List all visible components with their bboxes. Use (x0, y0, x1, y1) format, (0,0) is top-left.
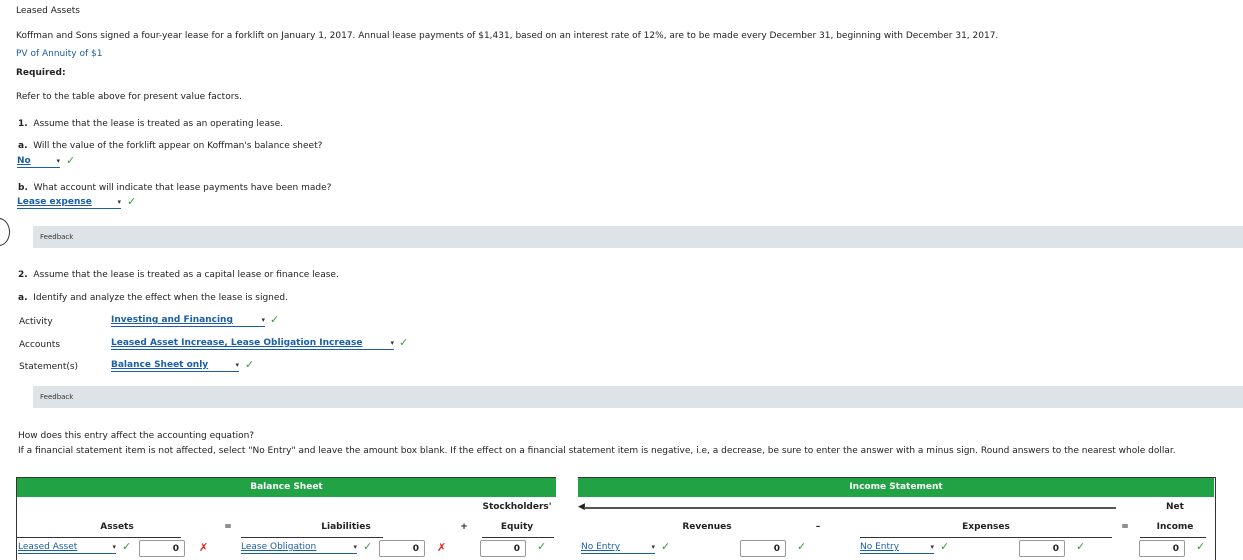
pv-annuity-link[interactable]: PV of Annuity of $1 (16, 49, 102, 59)
chevron-down-icon: ▾ (261, 316, 265, 324)
revenue-account-select[interactable]: No Entry ▾ (581, 542, 655, 554)
check-icon: ✓ (127, 195, 137, 208)
activity-label: Activity (19, 317, 53, 327)
income-statement-header: Income Statement (578, 478, 1214, 497)
liability-amount-input[interactable]: 0 (379, 540, 425, 557)
problem-text: Koffman and Sons signed a four-year leas… (16, 31, 999, 41)
check-icon: ✓ (245, 358, 255, 371)
accounts-label: Accounts (19, 340, 61, 350)
refer-text: Refer to the table above for present val… (16, 92, 242, 102)
statements-select[interactable]: Balance Sheet only ▾ (111, 360, 239, 372)
accounts-select[interactable]: Leased Asset Increase, Lease Obligation … (111, 338, 394, 350)
expense-amount-input[interactable]: 0 (1019, 540, 1065, 557)
check-icon: ✓ (537, 540, 547, 553)
check-icon: ✓ (363, 540, 373, 553)
asset-amount-input[interactable]: 0 (139, 540, 185, 557)
liabilities-header: Liabilities (321, 522, 371, 532)
revenue-amount-input[interactable]: 0 (740, 540, 786, 557)
expenses-header: Expenses (962, 522, 1010, 532)
x-icon: ✗ (199, 541, 209, 554)
chevron-down-icon: ▾ (56, 157, 60, 165)
q2a-text: a. Identify and analyze the effect when … (18, 293, 288, 303)
chevron-down-icon: ▾ (930, 543, 934, 551)
page-title: Leased Assets (16, 6, 80, 16)
check-icon: ✓ (66, 154, 76, 167)
feedback-bar-1[interactable]: Feedback (33, 226, 1243, 248)
q1a-text: a. Will the value of the forklift appear… (18, 141, 323, 151)
q1a-select[interactable]: No ▾ (17, 156, 60, 168)
assets-header: Assets (100, 522, 134, 532)
liability-account-select[interactable]: Lease Obligation ▾ (241, 542, 357, 554)
equals-sign: = (1121, 522, 1129, 532)
chevron-down-icon: ▾ (235, 361, 239, 369)
equation-question: How does this entry affect the accountin… (18, 431, 255, 441)
chevron-down-icon: ▾ (112, 543, 116, 551)
chevron-down-icon: ▾ (353, 543, 357, 551)
chevron-down-icon: ▾ (390, 339, 394, 347)
x-icon: ✗ (437, 541, 447, 554)
balance-sheet-header: Balance Sheet (17, 478, 556, 497)
check-icon: ✓ (270, 313, 280, 326)
chevron-down-icon: ▾ (651, 543, 655, 551)
minus-sign: – (815, 522, 821, 532)
check-icon: ✓ (940, 540, 950, 553)
asset-account-select[interactable]: Leased Asset ▾ (18, 542, 116, 554)
equation-instructions: If a financial statement item is not aff… (18, 446, 1176, 456)
check-icon: ✓ (399, 336, 409, 349)
equity-header-2: Equity (500, 522, 534, 532)
expense-account-select[interactable]: No Entry ▾ (860, 542, 934, 554)
q2-text: 2. Assume that the lease is treated as a… (18, 270, 339, 280)
net-income-header-1: Net (1166, 502, 1184, 512)
plus-sign: + (460, 522, 468, 532)
q1-text: 1. Assume that the lease is treated as a… (18, 119, 284, 129)
q1b-select[interactable]: Lease expense ▾ (17, 197, 121, 209)
check-icon: ✓ (661, 540, 671, 553)
net-income-amount-input[interactable]: 0 (1139, 540, 1185, 557)
equity-amount-input[interactable]: 0 (480, 540, 526, 557)
feedback-bar-2[interactable]: Feedback (33, 386, 1243, 408)
check-icon: ✓ (1076, 540, 1086, 553)
statements-label: Statement(s) (19, 362, 79, 372)
net-income-header-2: Income (1156, 522, 1194, 532)
check-icon: ✓ (797, 540, 807, 553)
check-icon: ✓ (1196, 540, 1206, 553)
equity-header-1: Stockholders' (482, 502, 552, 512)
check-icon: ✓ (122, 540, 132, 553)
activity-select[interactable]: Investing and Financing ▾ (111, 315, 265, 327)
revenues-header: Revenues (682, 522, 732, 532)
circle-decoration (0, 218, 10, 246)
required-label: Required: (16, 68, 66, 78)
q1b-text: b. What account will indicate that lease… (18, 183, 332, 193)
chevron-down-icon: ▾ (117, 198, 121, 206)
equals-sign: = (224, 522, 232, 532)
